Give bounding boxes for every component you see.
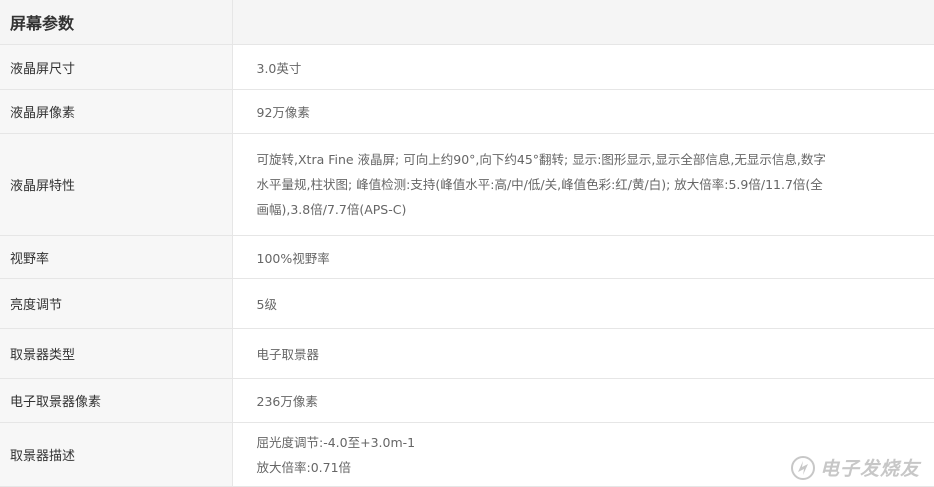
spec-label: 液晶屏尺寸 — [0, 44, 233, 90]
spec-value: 电子取景器 — [232, 328, 934, 379]
spec-row-brightness: 亮度调节 5级 — [0, 278, 934, 329]
spec-value: 92万像素 — [232, 89, 934, 134]
spec-label: 取景器类型 — [0, 328, 233, 379]
watermark: 电子发烧友 — [790, 454, 920, 481]
spec-value-line: 屈光度调节:-4.0至+3.0m-1 — [256, 434, 416, 450]
watermark-logo-icon — [790, 455, 815, 480]
spec-value: 100%视野率 — [232, 235, 934, 279]
spec-value: 可旋转,Xtra Fine 液晶屏; 可向上约90°,向下约45°翻转; 显示:… — [232, 133, 934, 236]
spec-value: 3.0英寸 — [232, 44, 934, 90]
spec-label: 液晶屏特性 — [0, 133, 233, 236]
section-header-blank — [232, 0, 934, 45]
spec-row-evf-pixels: 电子取景器像素 236万像素 — [0, 378, 934, 423]
spec-row-lcd-pixels: 液晶屏像素 92万像素 — [0, 89, 934, 134]
spec-row-viewfinder-type: 取景器类型 电子取景器 — [0, 328, 934, 379]
spec-value-line: 水平量规,柱状图; 峰值检测:支持(峰值水平:高/中/低/关,峰值色彩:红/黄/… — [256, 177, 823, 192]
section-header-row: 屏幕参数 — [0, 0, 934, 45]
spec-row-lcd-size: 液晶屏尺寸 3.0英寸 — [0, 44, 934, 90]
spec-label: 电子取景器像素 — [0, 378, 233, 423]
spec-value-line: 画幅),3.8倍/7.7倍(APS-C) — [256, 202, 407, 217]
spec-label: 取景器描述 — [0, 422, 233, 487]
spec-row-coverage: 视野率 100%视野率 — [0, 235, 934, 279]
spec-value-line: 可旋转,Xtra Fine 液晶屏; 可向上约90°,向下约45°翻转; 显示:… — [256, 152, 826, 167]
spec-row-lcd-features: 液晶屏特性 可旋转,Xtra Fine 液晶屏; 可向上约90°,向下约45°翻… — [0, 133, 934, 236]
spec-value: 236万像素 — [232, 378, 934, 423]
spec-label: 亮度调节 — [0, 278, 233, 329]
spec-label: 液晶屏像素 — [0, 89, 233, 134]
section-title: 屏幕参数 — [0, 0, 233, 45]
spec-value: 5级 — [232, 278, 934, 329]
watermark-text: 电子发烧友 — [819, 458, 920, 480]
spec-table: 屏幕参数 液晶屏尺寸 3.0英寸 液晶屏像素 92万像素 液晶屏特性 可旋转,X… — [0, 0, 934, 487]
spec-label: 视野率 — [0, 235, 233, 279]
